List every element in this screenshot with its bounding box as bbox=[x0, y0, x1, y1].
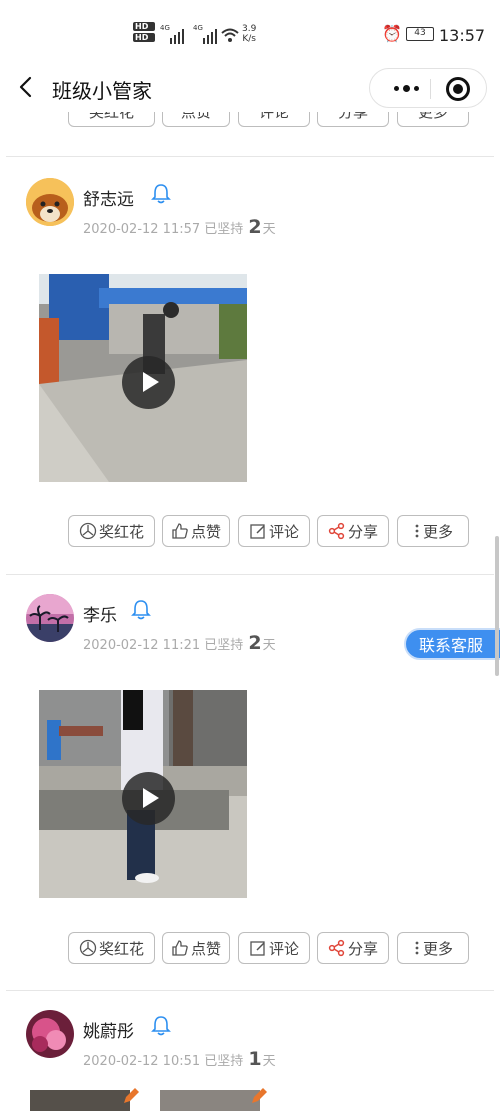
user-name[interactable]: 姚蔚彤 bbox=[83, 1017, 134, 1042]
post-meta: 2020-02-12 11:57 已坚持 2天 bbox=[83, 216, 276, 238]
vertical-dots-icon bbox=[415, 524, 419, 538]
nav-bar: 班级小管家 bbox=[0, 66, 500, 112]
user-name[interactable]: 舒志远 bbox=[83, 185, 134, 210]
post-meta: 2020-02-12 10:51 已坚持 1天 bbox=[83, 1048, 276, 1070]
flower-avatar-image bbox=[26, 1010, 74, 1058]
bell-icon[interactable] bbox=[130, 598, 152, 620]
more-button[interactable]: 更多 bbox=[397, 932, 469, 964]
user-name[interactable]: 李乐 bbox=[83, 601, 117, 626]
like-button[interactable]: 点赞 bbox=[162, 112, 230, 127]
network-type-2: 4G bbox=[193, 24, 203, 32]
network-type-1: 4G bbox=[160, 24, 170, 32]
capsule-divider bbox=[430, 79, 431, 99]
image-thumbnail[interactable] bbox=[30, 1090, 130, 1111]
like-button[interactable]: 点赞 bbox=[162, 932, 230, 964]
battery-level: 43 bbox=[414, 28, 426, 38]
alarm-icon: ⏰ bbox=[382, 24, 402, 43]
flower-button[interactable]: 奖红花 bbox=[68, 515, 155, 547]
image-thumbnail[interactable] bbox=[160, 1090, 260, 1111]
wifi-icon bbox=[221, 28, 239, 42]
edit-comment-icon bbox=[250, 941, 265, 956]
action-row-prev: 奖红花 点赞 评论 分享 更多 bbox=[68, 112, 470, 127]
edit-comment-icon bbox=[250, 524, 265, 539]
mini-program-capsule bbox=[369, 68, 487, 108]
like-button[interactable]: 点赞 bbox=[162, 515, 230, 547]
bell-icon[interactable] bbox=[150, 1014, 172, 1036]
thumbs-up-icon bbox=[172, 940, 188, 956]
flower-button[interactable]: 奖红花 bbox=[68, 112, 155, 127]
share-button[interactable]: 分享 bbox=[317, 112, 389, 127]
thumbs-up-icon bbox=[172, 523, 188, 539]
share-icon bbox=[328, 939, 345, 957]
action-row: 奖红花 点赞 评论 分享 更多 bbox=[68, 515, 470, 547]
share-button[interactable]: 分享 bbox=[317, 515, 389, 547]
previous-post-actions: 奖红花 点赞 评论 分享 更多 bbox=[0, 112, 500, 132]
pencil-icon bbox=[252, 1088, 267, 1103]
bell-icon[interactable] bbox=[150, 182, 172, 204]
share-icon bbox=[328, 522, 345, 540]
video-thumbnail[interactable] bbox=[39, 690, 247, 898]
flower-icon bbox=[79, 939, 97, 957]
play-icon[interactable] bbox=[122, 356, 175, 409]
video-thumbnail[interactable] bbox=[39, 274, 247, 482]
page-title: 班级小管家 bbox=[52, 79, 152, 103]
more-button[interactable]: 更多 bbox=[397, 515, 469, 547]
signal-icon-2 bbox=[203, 24, 217, 44]
vertical-dots-icon bbox=[415, 941, 419, 955]
sunset-avatar-image bbox=[26, 594, 74, 642]
clock: 13:57 bbox=[439, 26, 486, 45]
action-row: 奖红花 点赞 评论 分享 更多 bbox=[68, 932, 470, 964]
hd-indicator: HD HD bbox=[133, 22, 155, 44]
avatar[interactable] bbox=[26, 178, 74, 226]
post-divider bbox=[6, 990, 494, 991]
flower-button[interactable]: 奖红花 bbox=[68, 932, 155, 964]
status-bar: HD HD 4G 4G 3.9 K/s ⏰ 43 13:57 bbox=[0, 0, 500, 70]
close-target-icon[interactable] bbox=[446, 77, 470, 101]
network-speed: 3.9 K/s bbox=[242, 24, 257, 44]
share-button[interactable]: 分享 bbox=[317, 932, 389, 964]
comment-button[interactable]: 评论 bbox=[238, 932, 310, 964]
back-arrow-icon[interactable] bbox=[14, 74, 40, 100]
post-divider bbox=[6, 156, 494, 157]
post-divider bbox=[6, 574, 494, 575]
scrollbar[interactable] bbox=[495, 536, 499, 676]
battery-icon: 43 bbox=[406, 27, 434, 41]
contact-customer-service-button[interactable]: 联系客服 bbox=[404, 628, 500, 660]
avatar[interactable] bbox=[26, 594, 74, 642]
comment-button[interactable]: 评论 bbox=[238, 515, 310, 547]
pencil-icon bbox=[124, 1088, 139, 1103]
dog-avatar-image bbox=[26, 178, 74, 226]
more-dots-icon[interactable] bbox=[380, 69, 432, 107]
comment-button[interactable]: 评论 bbox=[238, 112, 310, 127]
flower-icon bbox=[79, 522, 97, 540]
signal-icon bbox=[170, 24, 184, 44]
post-meta: 2020-02-12 11:21 已坚持 2天 bbox=[83, 632, 276, 654]
more-button[interactable]: 更多 bbox=[397, 112, 469, 127]
avatar[interactable] bbox=[26, 1010, 74, 1058]
play-icon[interactable] bbox=[122, 772, 175, 825]
